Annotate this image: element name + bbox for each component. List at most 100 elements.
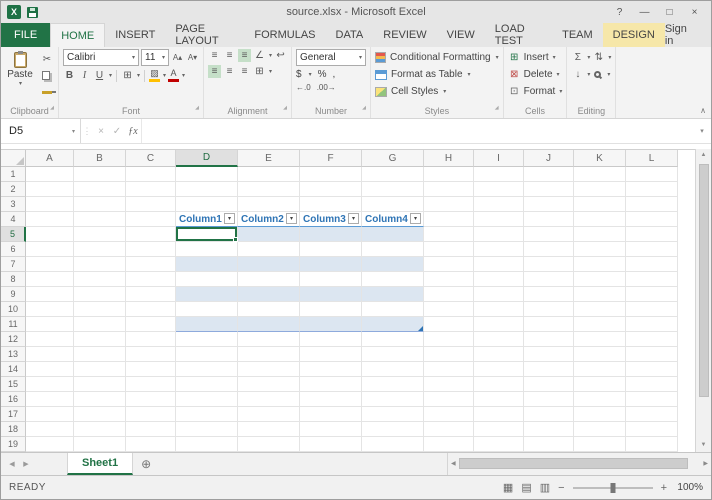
cell-H19[interactable] [424,437,474,452]
cell-D8[interactable] [176,272,238,287]
cell-J4[interactable] [524,212,574,227]
tab-formulas[interactable]: FORMULAS [244,23,325,47]
cell-E12[interactable] [238,332,300,347]
cell-F13[interactable] [300,347,362,362]
cell-K10[interactable] [574,302,626,317]
underline-button[interactable]: U [93,69,106,82]
borders-icon[interactable]: ⊞ [121,69,134,82]
cell-L11[interactable] [626,317,678,332]
cell-A19[interactable] [26,437,74,452]
page-layout-view-icon[interactable]: ▤ [521,481,531,494]
cell-E17[interactable] [238,407,300,422]
cell-I13[interactable] [474,347,524,362]
fill-handle[interactable] [233,237,238,242]
zoom-slider[interactable] [572,482,653,493]
cell-C5[interactable] [126,227,176,242]
cell-J14[interactable] [524,362,574,377]
cell-H18[interactable] [424,422,474,437]
cell-I5[interactable] [474,227,524,242]
increase-decimal-icon[interactable]: ←.0 [296,83,311,92]
column-header-E[interactable]: E [238,150,300,167]
cell-H4[interactable] [424,212,474,227]
cell-E14[interactable] [238,362,300,377]
column-header-H[interactable]: H [424,150,474,167]
cell-K8[interactable] [574,272,626,287]
sheet-nav-left-icon[interactable]: ◀ [5,460,19,468]
cell-F9[interactable] [300,287,362,302]
cell-F10[interactable] [300,302,362,317]
column-header-F[interactable]: F [300,150,362,167]
font-size-select[interactable]: 11 ▾ [141,49,169,66]
row-header-17[interactable]: 17 [1,407,26,422]
row-header-19[interactable]: 19 [1,437,26,452]
cell-F4[interactable]: Column3 ▾ [300,212,362,227]
sort-filter-icon[interactable]: ⇅ [592,51,605,64]
cell-L5[interactable] [626,227,678,242]
cell-E2[interactable] [238,182,300,197]
cell-C14[interactable] [126,362,176,377]
cell-F2[interactable] [300,182,362,197]
filter-dropdown-Column3[interactable]: ▾ [348,213,359,224]
cell-J1[interactable] [524,167,574,182]
tab-file[interactable]: FILE [1,23,51,47]
filter-dropdown-Column2[interactable]: ▾ [286,213,297,224]
vertical-scroll-thumb[interactable] [698,164,709,397]
cell-H9[interactable] [424,287,474,302]
cell-F17[interactable] [300,407,362,422]
cell-B2[interactable] [74,182,126,197]
row-header-6[interactable]: 6 [1,242,26,257]
delete-cells-button[interactable]: ⊠ Delete ▾ [508,66,563,83]
tab-data[interactable]: DATA [326,23,374,47]
tab-load-test[interactable]: LOAD TEST [485,23,552,47]
cell-G14[interactable] [362,362,424,377]
cell-A14[interactable] [26,362,74,377]
orientation-dropdown-icon[interactable]: ▾ [269,52,272,59]
row-header-1[interactable]: 1 [1,167,26,182]
column-header-C[interactable]: C [126,150,176,167]
cell-C8[interactable] [126,272,176,287]
table-resize-handle[interactable] [418,326,423,331]
cell-B1[interactable] [74,167,126,182]
cell-B6[interactable] [74,242,126,257]
cell-A1[interactable] [26,167,74,182]
cell-F15[interactable] [300,377,362,392]
cut-icon[interactable]: ✂ [40,53,54,66]
merge-center-dropdown-icon[interactable]: ▾ [269,68,272,75]
cell-D11[interactable] [176,317,238,332]
cell-B14[interactable] [74,362,126,377]
cell-B15[interactable] [74,377,126,392]
cell-E19[interactable] [238,437,300,452]
cell-K5[interactable] [574,227,626,242]
cell-C13[interactable] [126,347,176,362]
cell-G16[interactable] [362,392,424,407]
cell-L14[interactable] [626,362,678,377]
cell-G11[interactable] [362,317,424,332]
cell-G6[interactable] [362,242,424,257]
cell-B4[interactable] [74,212,126,227]
formula-bar-handle[interactable]: ⋮ [81,126,93,137]
cell-E8[interactable] [238,272,300,287]
italic-button[interactable]: I [78,69,91,82]
cell-K2[interactable] [574,182,626,197]
underline-dropdown-icon[interactable]: ▾ [109,72,112,79]
orientation-icon[interactable]: ∠ [253,49,266,62]
cell-B9[interactable] [74,287,126,302]
cell-D4[interactable]: Column1 ▾ [176,212,238,227]
fill-icon[interactable]: ↓ [571,68,584,81]
cell-J13[interactable] [524,347,574,362]
format-as-table-button[interactable]: Format as Table ▾ [375,66,499,83]
cell-B17[interactable] [74,407,126,422]
cell-J16[interactable] [524,392,574,407]
row-header-7[interactable]: 7 [1,257,26,272]
cell-D1[interactable] [176,167,238,182]
cell-K14[interactable] [574,362,626,377]
cell-F18[interactable] [300,422,362,437]
zoom-out-icon[interactable]: − [558,482,564,494]
accounting-format-icon[interactable]: $ [296,69,302,80]
cell-H1[interactable] [424,167,474,182]
cell-K18[interactable] [574,422,626,437]
cell-L2[interactable] [626,182,678,197]
cell-C6[interactable] [126,242,176,257]
cell-J10[interactable] [524,302,574,317]
cell-D14[interactable] [176,362,238,377]
